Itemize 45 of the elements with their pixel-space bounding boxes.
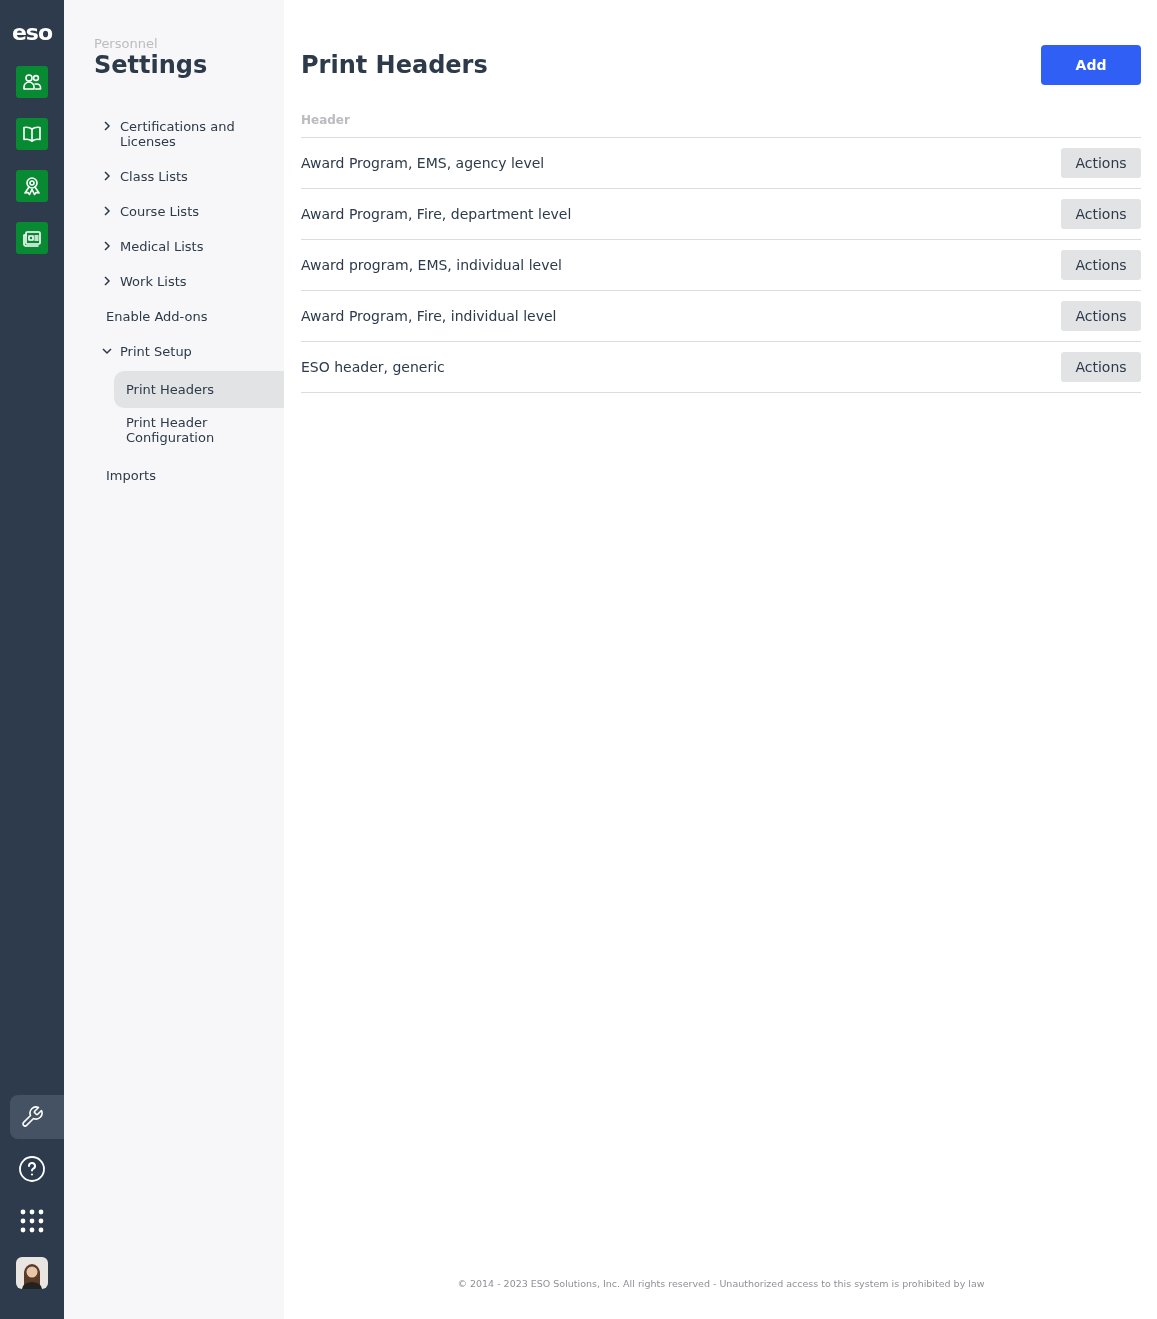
- column-header: Header: [301, 113, 1141, 138]
- logo: eso: [11, 20, 53, 46]
- app-button[interactable]: [16, 222, 48, 254]
- actions-button[interactable]: Actions: [1061, 352, 1141, 382]
- nav-item[interactable]: Enable Add-ons: [94, 309, 264, 324]
- chevron-right-icon: [102, 276, 112, 286]
- chevron-right-icon: [102, 241, 112, 251]
- people-icon: [22, 72, 42, 92]
- page-title: Print Headers: [301, 51, 488, 79]
- nav-item[interactable]: Work Lists: [94, 274, 264, 289]
- table-cell: Award Program, EMS, agency level: [301, 155, 545, 171]
- tool-button[interactable]: [10, 1095, 64, 1139]
- table-cell: Award Program, Fire, department level: [301, 206, 572, 222]
- sidebar-title: Settings: [94, 51, 209, 79]
- table-cell: ESO header, generic: [301, 359, 445, 375]
- app-button[interactable]: [16, 118, 48, 150]
- avatar: [16, 1257, 48, 1289]
- module-name: Personnel: [94, 36, 159, 51]
- app-button[interactable]: [16, 170, 48, 202]
- table-cell: Award Program, Fire, individual level: [301, 308, 557, 324]
- chevron-right-icon: [102, 121, 112, 131]
- actions-button[interactable]: Actions: [1061, 199, 1141, 229]
- nav-item[interactable]: Medical Lists: [94, 239, 264, 254]
- nav-item[interactable]: Certifications and Licenses: [94, 119, 264, 149]
- copyright-footer: © 2014 - 2023 ESO Solutions, Inc. All rights reserved - Unauthorized access to this system is prohibited by law: [301, 1278, 1141, 1289]
- add-button[interactable]: Add: [1041, 45, 1141, 85]
- nav-item[interactable]: Class Lists: [94, 169, 264, 184]
- nav-item[interactable]: Print Setup: [94, 344, 264, 359]
- chevron-right-icon: [102, 206, 112, 216]
- nav-item[interactable]: Imports: [94, 468, 264, 483]
- app-button[interactable]: [16, 66, 48, 98]
- chevron-down-icon: [102, 346, 112, 356]
- nav-subitem[interactable]: Print Headers: [114, 371, 284, 408]
- newspaper-icon: [22, 228, 42, 248]
- help-icon: [19, 1156, 45, 1182]
- award-ribbon-icon: [22, 176, 42, 196]
- actions-button[interactable]: Actions: [1061, 148, 1141, 178]
- nav-item[interactable]: Course Lists: [94, 204, 264, 219]
- app-grid-icon: [20, 1209, 44, 1233]
- wrench-icon: [20, 1105, 44, 1129]
- actions-button[interactable]: Actions: [1061, 301, 1141, 331]
- actions-button[interactable]: Actions: [1061, 250, 1141, 280]
- book-icon: [22, 124, 42, 144]
- chevron-right-icon: [102, 171, 112, 181]
- table-cell: Award program, EMS, individual level: [301, 257, 562, 273]
